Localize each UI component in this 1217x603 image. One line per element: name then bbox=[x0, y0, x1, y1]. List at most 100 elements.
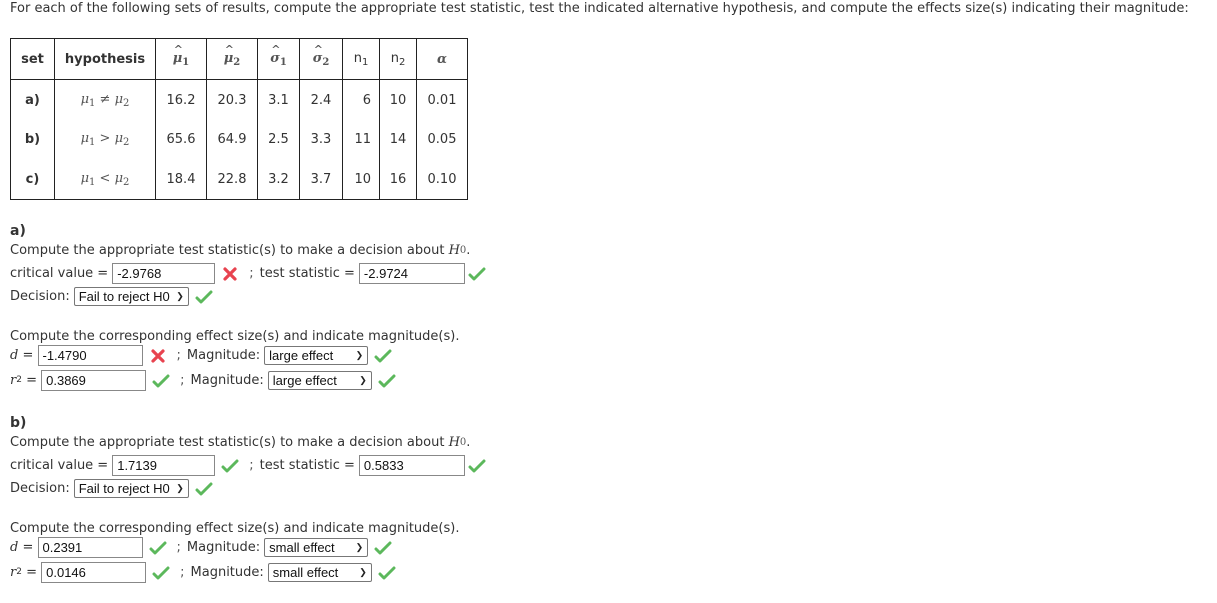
header-hypothesis: hypothesis bbox=[54, 38, 156, 80]
header-sigma2: σ2 bbox=[299, 38, 343, 80]
test-prompt: Compute the appropriate test statistic(s… bbox=[10, 243, 471, 258]
part-label: b) bbox=[10, 415, 27, 431]
decision-select[interactable]: Fail to reject H0 ❯ bbox=[73, 479, 189, 498]
correct-check-icon bbox=[378, 373, 396, 389]
cell-hypothesis: μ1 > μ2 bbox=[54, 119, 156, 160]
correct-check-icon bbox=[152, 373, 170, 389]
part-label: a) bbox=[10, 223, 26, 239]
chevron-down-icon: ❯ bbox=[355, 542, 364, 552]
cell-mu2: 22.8 bbox=[206, 159, 258, 200]
part-b-section: b) Compute the appropriate test statisti… bbox=[10, 415, 486, 500]
d-input[interactable]: -1.4790 bbox=[37, 345, 143, 366]
test-statistic-label: test statistic = bbox=[259, 266, 355, 281]
test-statistic-input[interactable]: -2.9724 bbox=[358, 263, 465, 284]
d-row: d = 0.2391 ; Magnitude: small effect ❯ bbox=[10, 536, 459, 559]
instructions-text: For each of the following sets of result… bbox=[10, 1, 1189, 16]
header-alpha: α bbox=[416, 38, 468, 80]
test-prompt: Compute the appropriate test statistic(s… bbox=[10, 435, 471, 450]
cell-mu1: 16.2 bbox=[155, 79, 207, 120]
cell-hypothesis: μ1 ≠ μ2 bbox=[54, 79, 156, 120]
cell-sigma1: 3.1 bbox=[257, 79, 300, 120]
chevron-down-icon: ❯ bbox=[355, 350, 364, 360]
incorrect-x-icon bbox=[149, 348, 167, 364]
part-b-effects: Compute the corresponding effect size(s)… bbox=[10, 517, 459, 584]
cell-mu1: 65.6 bbox=[155, 119, 207, 160]
cell-mu1: 18.4 bbox=[155, 159, 207, 200]
correct-check-icon bbox=[221, 458, 239, 474]
header-n1: n1 bbox=[342, 38, 380, 80]
critical-value-input[interactable]: 1.7139 bbox=[112, 455, 216, 476]
d-magnitude-select[interactable]: large effect ❯ bbox=[264, 346, 369, 365]
cell-n1: 10 bbox=[342, 159, 380, 200]
correct-check-icon bbox=[152, 565, 170, 581]
cell-set: c) bbox=[10, 159, 55, 200]
cell-sigma2: 3.3 bbox=[299, 119, 343, 160]
decision-label: Decision: bbox=[10, 289, 70, 304]
correct-check-icon bbox=[195, 481, 213, 497]
magnitude-label: Magnitude: bbox=[186, 348, 261, 363]
d-input[interactable]: 0.2391 bbox=[37, 537, 143, 558]
correct-check-icon bbox=[468, 458, 486, 474]
critical-value-input[interactable]: -2.9768 bbox=[112, 263, 216, 284]
part-a-effects: Compute the corresponding effect size(s)… bbox=[10, 325, 459, 392]
chevron-down-icon: ❯ bbox=[359, 567, 367, 577]
header-set: set bbox=[10, 38, 55, 80]
cell-n1: 6 bbox=[342, 79, 380, 120]
cell-n2: 14 bbox=[379, 119, 417, 160]
cell-sigma1: 3.2 bbox=[257, 159, 300, 200]
cell-n1: 11 bbox=[342, 119, 380, 160]
table-row: b) μ1 > μ2 65.6 64.9 2.5 3.3 11 14 0.05 bbox=[10, 119, 468, 160]
d-row: d = -1.4790 ; Magnitude: large effect ❯ bbox=[10, 344, 459, 367]
critical-test-row: critical value = 1.7139 ; test statistic… bbox=[10, 454, 486, 477]
cell-mu2: 20.3 bbox=[206, 79, 258, 120]
test-statistic-label: test statistic = bbox=[259, 458, 355, 473]
correct-check-icon bbox=[195, 289, 213, 305]
chevron-down-icon: ❯ bbox=[176, 483, 184, 493]
table-row: c) μ1 < μ2 18.4 22.8 3.2 3.7 10 16 0.10 bbox=[10, 159, 468, 200]
chevron-down-icon: ❯ bbox=[176, 291, 184, 301]
header-mu2: μ2 bbox=[206, 38, 258, 80]
magnitude-label: Magnitude: bbox=[186, 540, 261, 555]
r2-magnitude-select[interactable]: large effect ❯ bbox=[267, 371, 372, 390]
cell-set: b) bbox=[10, 119, 55, 160]
decision-label: Decision: bbox=[10, 481, 70, 496]
correct-check-icon bbox=[378, 565, 396, 581]
header-n2: n2 bbox=[379, 38, 417, 80]
decision-select[interactable]: Fail to reject H0 ❯ bbox=[73, 287, 189, 306]
cell-set: a) bbox=[10, 79, 55, 120]
incorrect-x-icon bbox=[221, 266, 239, 282]
r2-input[interactable]: 0.0146 bbox=[41, 562, 147, 583]
cell-alpha: 0.10 bbox=[416, 159, 468, 200]
cell-n2: 10 bbox=[379, 79, 417, 120]
header-sigma1: σ1 bbox=[257, 38, 300, 80]
correct-check-icon bbox=[468, 266, 486, 282]
r2-magnitude-select[interactable]: small effect ❯ bbox=[267, 563, 372, 582]
correct-check-icon bbox=[374, 540, 392, 556]
chevron-down-icon: ❯ bbox=[359, 375, 367, 385]
critical-test-row: critical value = -2.9768 ; test statisti… bbox=[10, 262, 486, 285]
critical-value-label: critical value = bbox=[10, 266, 109, 281]
r2-input[interactable]: 0.3869 bbox=[41, 370, 147, 391]
test-statistic-input[interactable]: 0.5833 bbox=[358, 455, 465, 476]
cell-sigma2: 3.7 bbox=[299, 159, 343, 200]
part-a-section: a) Compute the appropriate test statisti… bbox=[10, 223, 486, 308]
magnitude-label: Magnitude: bbox=[190, 373, 264, 388]
cell-alpha: 0.01 bbox=[416, 79, 468, 120]
decision-row: Decision: Fail to reject H0 ❯ bbox=[10, 285, 486, 308]
d-magnitude-select[interactable]: small effect ❯ bbox=[264, 538, 369, 557]
r2-row: r2 = 0.0146 ; Magnitude: small effect ❯ bbox=[10, 561, 459, 584]
critical-value-label: critical value = bbox=[10, 458, 109, 473]
cell-sigma1: 2.5 bbox=[257, 119, 300, 160]
header-mu1: μ1 bbox=[155, 38, 207, 80]
cell-alpha: 0.05 bbox=[416, 119, 468, 160]
magnitude-label: Magnitude: bbox=[190, 565, 264, 580]
table-row: a) μ1 ≠ μ2 16.2 20.3 3.1 2.4 6 10 0.01 bbox=[10, 79, 468, 120]
decision-row: Decision: Fail to reject H0 ❯ bbox=[10, 477, 486, 500]
cell-sigma2: 2.4 bbox=[299, 79, 343, 120]
correct-check-icon bbox=[374, 348, 392, 364]
cell-hypothesis: μ1 < μ2 bbox=[54, 159, 156, 200]
cell-mu2: 64.9 bbox=[206, 119, 258, 160]
table-header-row: set hypothesis μ1 μ2 σ1 σ2 n1 n2 α bbox=[10, 38, 468, 80]
cell-n2: 16 bbox=[379, 159, 417, 200]
r2-row: r2 = 0.3869 ; Magnitude: large effect ❯ bbox=[10, 369, 459, 392]
